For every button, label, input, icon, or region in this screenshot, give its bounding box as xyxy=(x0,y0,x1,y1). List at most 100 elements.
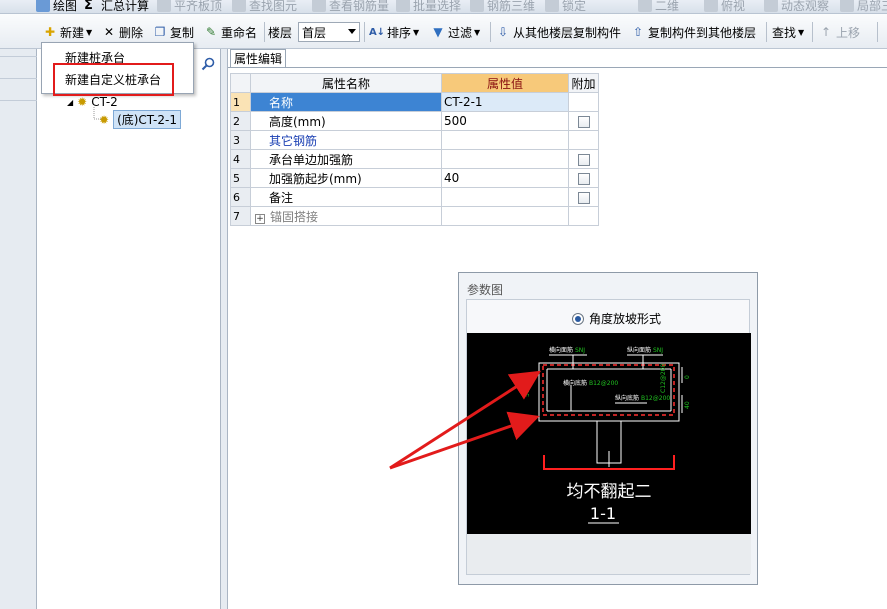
property-value[interactable] xyxy=(441,149,569,169)
divider xyxy=(0,100,37,101)
top-right-rebar-spec: SNJ xyxy=(653,347,663,354)
table-row[interactable]: 6 备注 xyxy=(230,187,599,207)
start-offset-dimension: 40 xyxy=(684,401,691,409)
gear-icon: ✹ xyxy=(77,95,88,109)
row-number: 6 xyxy=(230,187,251,207)
align-icon xyxy=(157,0,171,12)
rename-icon: ✎ xyxy=(205,25,217,39)
property-name: 名称 xyxy=(250,92,442,112)
copy-from-floor-button[interactable]: ⇩ 从其他楼层复制构件 xyxy=(495,21,621,43)
summary-calc-button[interactable]: Σ 汇总计算 xyxy=(84,0,149,13)
collapse-icon[interactable]: ◢ xyxy=(67,98,73,107)
property-name: 锚固搭接 xyxy=(270,209,319,224)
property-value[interactable] xyxy=(441,206,569,226)
view-rebar-button[interactable]: 查看钢筋量 xyxy=(312,0,389,13)
align-slab-top-button[interactable]: 平齐板顶 xyxy=(157,0,222,13)
extra-cell xyxy=(568,111,599,131)
property-value[interactable] xyxy=(441,187,569,207)
table-row[interactable]: 2 高度(mm) 500 xyxy=(230,111,599,131)
new-button[interactable]: ✚ 新建 ▼ xyxy=(42,21,92,43)
property-name: 备注 xyxy=(250,187,442,207)
table-row[interactable]: 5 加强筋起步(mm) 40 xyxy=(230,168,599,188)
batch-icon xyxy=(396,0,410,12)
rebar-icon xyxy=(312,0,326,12)
filter-button[interactable]: ▼ 过滤 ▼ xyxy=(430,21,480,43)
extra-checkbox[interactable] xyxy=(577,191,590,204)
copy-button[interactable]: ❐ 复制 xyxy=(152,21,194,43)
row-number: 1 xyxy=(230,92,251,112)
row-number: 2 xyxy=(230,111,251,131)
table-row[interactable]: 3 其它钢筋 xyxy=(230,130,599,150)
extra-cell xyxy=(568,130,599,150)
divider xyxy=(0,78,37,79)
section-label: 1-1 xyxy=(590,504,616,523)
draw-button[interactable]: 绘图 xyxy=(36,0,77,13)
partial-3d-button[interactable]: 局部三 xyxy=(840,0,887,13)
copy-to-floor-button[interactable]: ⇧ 复制构件到其他楼层 xyxy=(630,21,756,43)
arrow-up-icon: ↑ xyxy=(820,25,832,39)
rebar-3d-button[interactable]: 钢筋三维 xyxy=(470,0,535,13)
divider xyxy=(0,56,37,57)
value-column-header: 属性值 xyxy=(441,73,569,93)
top-view-button[interactable]: 俯视 xyxy=(704,0,745,13)
table-row[interactable]: 7 + 锚固搭接 xyxy=(230,206,599,226)
extra-checkbox[interactable] xyxy=(577,153,590,166)
lock-button[interactable]: 锁定 xyxy=(545,0,586,13)
bottom-transverse-spec: B12@200 xyxy=(589,380,618,387)
extra-column-header: 附加 xyxy=(568,73,599,93)
section-drawing: 横向面筋 SNJ 纵向面筋 SNJ 横向底筋 B12@200 纵向底筋 B12@… xyxy=(524,346,691,524)
side-rebar-spec: C12@200 xyxy=(660,364,667,393)
chevron-down-icon xyxy=(348,29,356,34)
bottom-transverse-label: 横向底筋 xyxy=(563,379,587,387)
property-value[interactable]: 40 xyxy=(441,168,569,188)
panel-splitter[interactable] xyxy=(221,49,228,609)
floor-select[interactable]: 首层 xyxy=(298,22,360,42)
floor-label: 楼层 xyxy=(268,25,293,40)
chevron-down-icon: ▼ xyxy=(413,27,420,37)
sort-icon: A↓ xyxy=(368,26,386,38)
toolbar-separator xyxy=(364,22,365,42)
filter-icon: ▼ xyxy=(433,25,443,39)
property-name: 其它钢筋 xyxy=(250,130,442,150)
copy-from-floor-icon: ⇩ xyxy=(497,25,509,39)
table-header-row: 属性名称 属性值 附加 xyxy=(230,73,599,93)
sort-button[interactable]: A↓ 排序 ▼ xyxy=(369,21,419,43)
gear-icon: ✹ xyxy=(99,112,110,127)
find-element-button[interactable]: 查找图元 xyxy=(232,0,297,13)
radio-icon xyxy=(572,312,584,325)
expand-icon[interactable]: + xyxy=(255,213,265,224)
extra-cell xyxy=(568,206,599,226)
property-value[interactable]: CT-2-1 xyxy=(441,92,569,112)
property-value[interactable] xyxy=(441,130,569,150)
new-icon: ✚ xyxy=(44,25,56,39)
diagram-footer xyxy=(467,534,751,574)
find-button[interactable]: 查找 ▼ xyxy=(772,21,804,43)
batch-select-button[interactable]: 批量选择 xyxy=(396,0,461,13)
delete-button[interactable]: ✕ 删除 xyxy=(101,21,143,43)
table-row[interactable]: 1 名称 CT-2-1 xyxy=(230,92,599,112)
property-name: 高度(mm) xyxy=(250,111,442,131)
move-up-button[interactable]: ↑ 上移 xyxy=(818,21,860,43)
property-value[interactable]: 500 xyxy=(441,111,569,131)
property-name: 承台单边加强筋 xyxy=(250,149,442,169)
view-2d-select[interactable]: 二维 xyxy=(638,0,679,13)
row-number-header xyxy=(230,73,251,93)
orbit-button[interactable]: 动态观察 xyxy=(764,0,829,13)
parameter-diagram-inner: 角度放坡形式 横向面筋 SNJ 纵向面筋 SNJ 横向底筋 B12@200 纵向… xyxy=(466,299,751,575)
toolbar-separator xyxy=(812,22,813,42)
slope-form-radio[interactable]: 角度放坡形式 xyxy=(572,310,661,327)
top-toolbar: 绘图 Σ 汇总计算 平齐板顶 查找图元 查看钢筋量 批量选择 钢筋三维 锁定 二维… xyxy=(0,0,887,14)
extra-checkbox[interactable] xyxy=(577,172,590,185)
tree-node-ct-2-1[interactable]: ✹ (底)CT-2-1 xyxy=(99,110,181,129)
extra-checkbox[interactable] xyxy=(577,115,590,128)
copy-icon: ❐ xyxy=(154,25,166,39)
rename-button[interactable]: ✎ 重命名 xyxy=(203,21,257,43)
toolbar-separator xyxy=(490,22,491,42)
left-panel-strip: ф × xyxy=(0,14,37,609)
toolbar-separator xyxy=(766,22,767,42)
tab-property-edit[interactable]: 属性编辑 xyxy=(230,49,286,67)
search-icon[interactable] xyxy=(200,56,216,72)
delete-icon: ✕ xyxy=(103,25,115,39)
copy-to-floor-icon: ⇧ xyxy=(632,25,644,39)
table-row[interactable]: 4 承台单边加强筋 xyxy=(230,149,599,169)
